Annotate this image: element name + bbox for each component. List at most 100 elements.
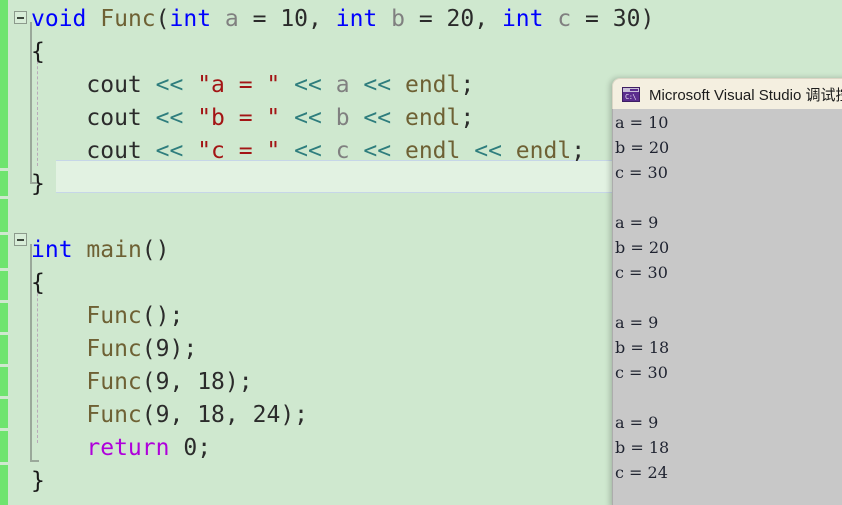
code-token: << <box>155 105 184 131</box>
code-token: 30 <box>612 6 641 32</box>
change-strip-gap <box>0 232 8 235</box>
code-token: } <box>31 171 45 197</box>
code-line[interactable]: cout << "a = " << a << endl; <box>31 69 474 102</box>
code-line[interactable]: Func(); <box>31 300 183 333</box>
console-titlebar[interactable]: C:\ Microsoft Visual Studio 调试控 <box>612 78 842 109</box>
code-token: = <box>571 6 613 32</box>
code-token: } <box>31 468 45 494</box>
code-token: main <box>86 237 142 263</box>
code-token: Func <box>86 303 142 329</box>
code-line[interactable]: { <box>31 36 45 69</box>
code-token: int <box>501 6 544 32</box>
code-token: 18 <box>197 402 225 428</box>
code-token: cout <box>31 72 156 98</box>
console-window[interactable]: C:\ Microsoft Visual Studio 调试控 a = 10 b … <box>612 78 842 505</box>
fold-toggle-main[interactable] <box>14 233 27 246</box>
code-token: << <box>294 72 322 98</box>
console-output-line: b = 18 <box>615 338 670 357</box>
code-token: << <box>363 138 392 164</box>
code-token: Func <box>100 6 156 32</box>
code-token: 10 <box>280 6 309 32</box>
code-token: , <box>474 6 502 32</box>
code-token: void <box>31 6 87 32</box>
console-icon-prompt: C:\ <box>625 92 637 101</box>
code-line[interactable]: return 0; <box>31 432 211 465</box>
console-output-line: c = 30 <box>615 163 668 182</box>
code-token: ) <box>640 6 655 32</box>
code-token: 20 <box>446 6 475 32</box>
code-token: 9 <box>155 336 170 362</box>
change-strip-gap <box>0 396 8 399</box>
code-line[interactable]: } <box>31 168 45 201</box>
change-strip-gap <box>0 332 8 335</box>
change-strip-gap <box>0 268 8 271</box>
code-line[interactable]: } <box>31 465 45 498</box>
code-line[interactable]: { <box>31 267 45 300</box>
code-token: ; <box>571 138 586 164</box>
code-token: a <box>224 6 239 32</box>
console-output-line: b = 20 <box>615 138 670 157</box>
code-token: int <box>31 237 73 263</box>
code-line[interactable]: cout << "c = " << c << endl << endl; <box>31 135 585 168</box>
code-token: 24 <box>252 402 281 428</box>
code-token: cout <box>31 105 156 131</box>
code-token: , <box>169 369 198 395</box>
code-token: 9 <box>155 402 170 428</box>
console-output-line: b = 20 <box>615 238 670 257</box>
code-token: ); <box>169 336 198 362</box>
fold-toggle-func[interactable] <box>14 11 27 24</box>
code-token: "c = " <box>197 138 281 164</box>
code-token: endl <box>515 138 572 164</box>
code-token: = <box>404 6 447 32</box>
change-strip-gap <box>0 462 8 465</box>
code-token: ; <box>460 105 475 131</box>
change-strip-gap <box>0 428 8 431</box>
code-token: << <box>474 138 502 164</box>
code-line[interactable]: cout << "b = " << b << endl; <box>31 102 474 135</box>
change-strip-gap <box>0 300 8 303</box>
console-title: Microsoft Visual Studio 调试控 <box>649 86 842 104</box>
code-token: , <box>169 402 198 428</box>
console-output-area[interactable]: a = 10 b = 20 c = 30 a = 9 b = 20 c = 30 a = 9… <box>612 109 842 505</box>
code-line[interactable]: Func(9, 18, 24); <box>31 399 308 432</box>
code-token: (); <box>141 303 184 329</box>
console-output-line: a = 9 <box>615 413 659 432</box>
code-token: { <box>31 270 45 296</box>
code-line[interactable]: void Func(int a = 10, int b = 20, int c … <box>31 3 654 36</box>
code-line[interactable]: int main() <box>31 234 170 267</box>
code-token: 9 <box>155 369 170 395</box>
code-line[interactable]: Func(9, 18); <box>31 366 253 399</box>
console-window-icon: C:\ <box>622 86 640 102</box>
change-strip-gap <box>0 364 8 367</box>
console-output-line: b = 18 <box>615 438 670 457</box>
code-token: ( <box>155 6 170 32</box>
code-token: ); <box>224 369 253 395</box>
code-token: a <box>335 72 350 98</box>
code-token: 0 <box>183 435 198 461</box>
code-token: ( <box>141 369 156 395</box>
code-token: ); <box>280 402 309 428</box>
console-output-line: a = 9 <box>615 213 659 232</box>
code-line[interactable]: Func(9); <box>31 333 197 366</box>
code-token: b <box>391 6 405 32</box>
code-token: c <box>335 138 350 164</box>
code-token: Func <box>86 402 142 428</box>
console-output-line: a = 9 <box>615 313 659 332</box>
code-token: return <box>86 435 170 461</box>
code-token: 18 <box>197 369 225 395</box>
code-token: int <box>335 6 378 32</box>
